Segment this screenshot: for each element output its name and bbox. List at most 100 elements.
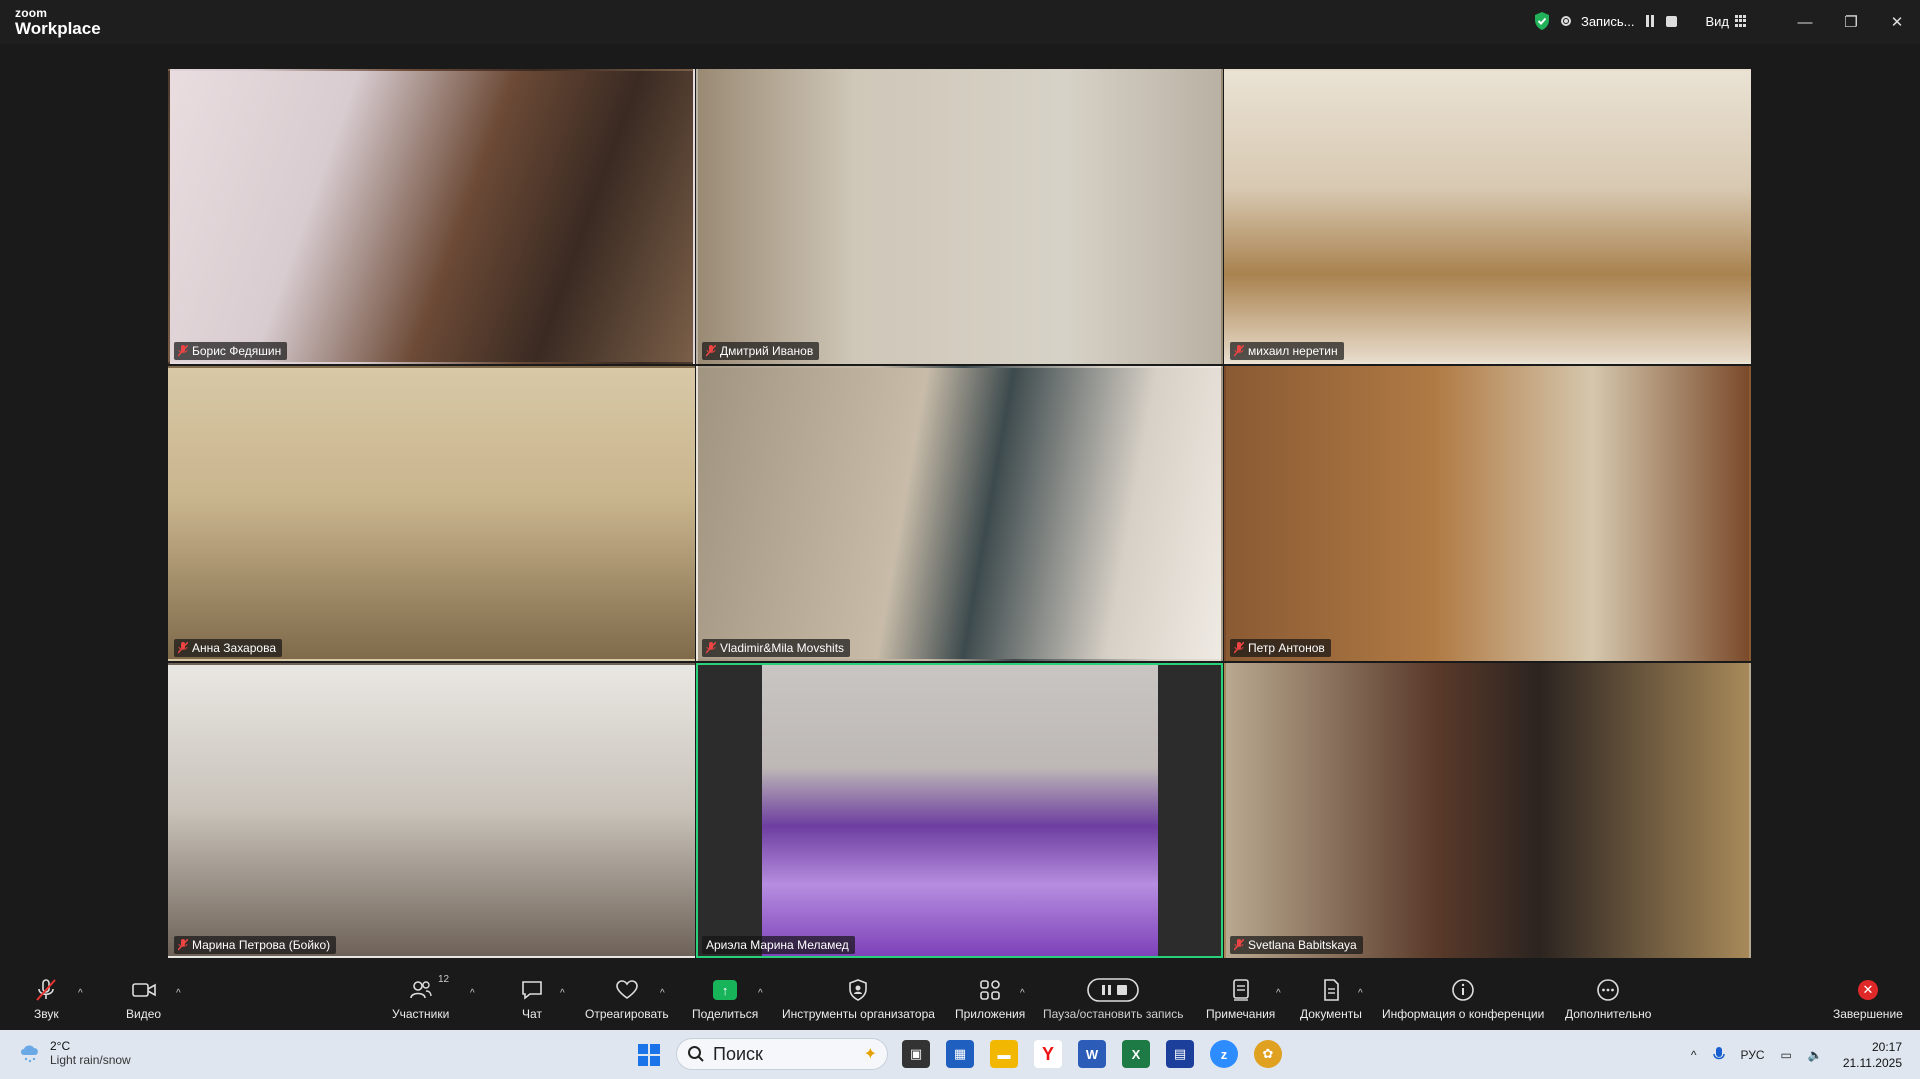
logo-small-text: zoom [15,6,48,20]
time: 20:17 [1871,1039,1902,1054]
participants-count: 12 [438,974,450,985]
host-tools-button[interactable]: Инструменты организатора [782,970,935,1030]
participant-name: Борис Федяшин [192,344,282,358]
participant-name-tag: Анна Захарова [174,639,282,657]
end-meeting-button[interactable]: ✕ Завершение [1833,970,1903,1030]
share-label: Поделиться [692,1007,759,1021]
logo-big-text: Workplace [15,19,101,38]
more-button[interactable]: Дополнительно [1565,970,1651,1030]
view-button[interactable]: Вид [1705,14,1747,29]
weather-widget[interactable]: 2°C Light rain/snow [18,1039,131,1067]
stop-recording-icon[interactable] [1666,15,1678,27]
chat-caret-icon[interactable]: ^ [560,988,565,999]
chevron-up-icon[interactable]: ^ [1691,1048,1697,1062]
weather-temp: 2°C [50,1039,71,1053]
participant-name: Ариэла Марина Меламед [706,938,849,952]
language-indicator[interactable]: РУС [1741,1048,1765,1062]
network-icon[interactable]: ▭ [1781,1048,1792,1062]
chat-label: Чат [522,1007,542,1021]
system-tray: ^ РУС ▭ 🔈 20:17 21.11.2025 [1683,1030,1920,1079]
end-call-icon: ✕ [1857,980,1878,1000]
restore-button[interactable]: ❐ [1828,0,1874,44]
share-screen-icon: ↑ [713,980,738,1000]
participants-caret-icon[interactable]: ^ [470,988,475,999]
pause-record-label: Пауза/остановить запись [1043,1007,1184,1021]
audio-caret-icon[interactable]: ^ [78,988,83,999]
date: 21.11.2025 [1842,1055,1902,1070]
video-caret-icon[interactable]: ^ [176,988,181,999]
participant-name: Петр Антонов [1248,641,1325,655]
video-tile[interactable]: Svetlana Babitskaya [1224,663,1751,958]
video-tile[interactable]: Марина Петрова (Бойко) [168,663,695,958]
chat-button[interactable]: Чат [520,970,544,1030]
video-tile[interactable]: Петр Антонов [1224,366,1751,661]
share-button[interactable]: ↑ Поделиться [692,970,758,1030]
game-app-icon[interactable]: ✿ [1254,1040,1282,1068]
participant-name-tag: Петр Антонов [1230,639,1331,657]
windows-taskbar: 2°C Light rain/snow Поиск ✦ ▣ ▦ ▬ Y W X … [0,1030,1920,1079]
mic-muted-icon [706,345,716,357]
search-placeholder: Поиск [713,1043,763,1064]
pinned-apps: ▣ ▦ ▬ Y W X ▤ z ✿ [902,1040,1282,1068]
zoom-app-icon[interactable]: z [1210,1040,1238,1068]
react-button[interactable]: Отреагировать [585,970,669,1030]
video-tile[interactable]: Анна Захарова [168,366,695,661]
task-view-icon[interactable]: ▣ [902,1040,930,1068]
participant-name-tag: Дмитрий Иванов [702,342,820,360]
video-label: Видео [126,1007,162,1021]
video-tile[interactable]: Дмитрий Иванов [696,69,1223,364]
participant-name: Vladimir&Mila Movshits [720,641,845,655]
apps-button[interactable]: Приложения [955,970,1025,1030]
excel-icon[interactable]: X [1122,1040,1150,1068]
mic-muted-icon [1234,642,1244,654]
windows-start-icon[interactable] [638,1044,660,1066]
pause-stop-record-icon [1087,978,1140,1002]
grid-view-icon [1735,15,1747,27]
meeting-toolbar: Звук ^ Видео ^ Участники 12 ^ Чат ^ Отре… [0,970,1920,1030]
window-controls: — ❐ ✕ [1782,0,1920,44]
word-icon[interactable]: W [1078,1040,1106,1068]
video-tile-active-speaker[interactable]: Ариэла Марина Меламед [696,663,1223,958]
document-icon [1321,978,1341,1002]
participants-label: Участники [392,1007,450,1021]
participant-name-tag: Борис Федяшин [174,342,288,360]
docs-caret-icon[interactable]: ^ [1358,988,1363,999]
more-label: Дополнительно [1565,1007,1652,1021]
pause-record-button[interactable]: Пауза/остановить запись [1043,970,1183,1030]
apps-caret-icon[interactable]: ^ [1020,988,1025,999]
minimize-button[interactable]: — [1782,0,1828,44]
participant-name-tag: Vladimir&Mila Movshits [702,639,851,657]
video-tile[interactable]: михаил неретин [1224,69,1751,364]
microphone-icon[interactable] [1712,1046,1725,1064]
notes-caret-icon[interactable]: ^ [1276,988,1281,999]
mic-muted-icon [1234,345,1244,357]
file-explorer-icon[interactable]: ▬ [990,1040,1018,1068]
video-camera-icon [131,978,157,1002]
meeting-info-button[interactable]: Информация о конференции [1382,970,1544,1030]
apps-icon [978,978,1002,1002]
volume-icon[interactable]: 🔈 [1808,1048,1823,1062]
more-dots-icon [1596,978,1620,1002]
store-icon[interactable]: ▦ [946,1040,974,1068]
clock[interactable]: 20:17 21.11.2025 [1843,1039,1902,1071]
mic-muted-icon [178,939,188,951]
host-tools-label: Инструменты организатора [782,1007,935,1021]
close-button[interactable]: ✕ [1874,0,1920,44]
audio-button[interactable]: Звук [34,970,59,1030]
mic-muted-icon [706,642,716,654]
video-tile[interactable]: Борис Федяшин [168,69,695,364]
mic-muted-icon [1234,939,1244,951]
video-tile[interactable]: Vladimir&Mila Movshits [696,366,1223,661]
yandex-browser-icon[interactable]: Y [1034,1040,1062,1068]
docs-button[interactable]: Документы [1300,970,1362,1030]
video-button[interactable]: Видео [126,970,161,1030]
notes-button[interactable]: Примечания [1206,970,1275,1030]
video-gallery: Борис Федяшин Дмитрий Иванов михаил нере… [168,69,1752,960]
taskbar-search[interactable]: Поиск ✦ [676,1038,888,1070]
participants-icon [409,978,433,1002]
react-caret-icon[interactable]: ^ [660,988,665,999]
share-caret-icon[interactable]: ^ [758,988,763,999]
pause-recording-icon[interactable] [1644,15,1656,27]
taskbar-app-icon[interactable]: ▤ [1166,1040,1194,1068]
record-dot-icon [1560,16,1571,26]
